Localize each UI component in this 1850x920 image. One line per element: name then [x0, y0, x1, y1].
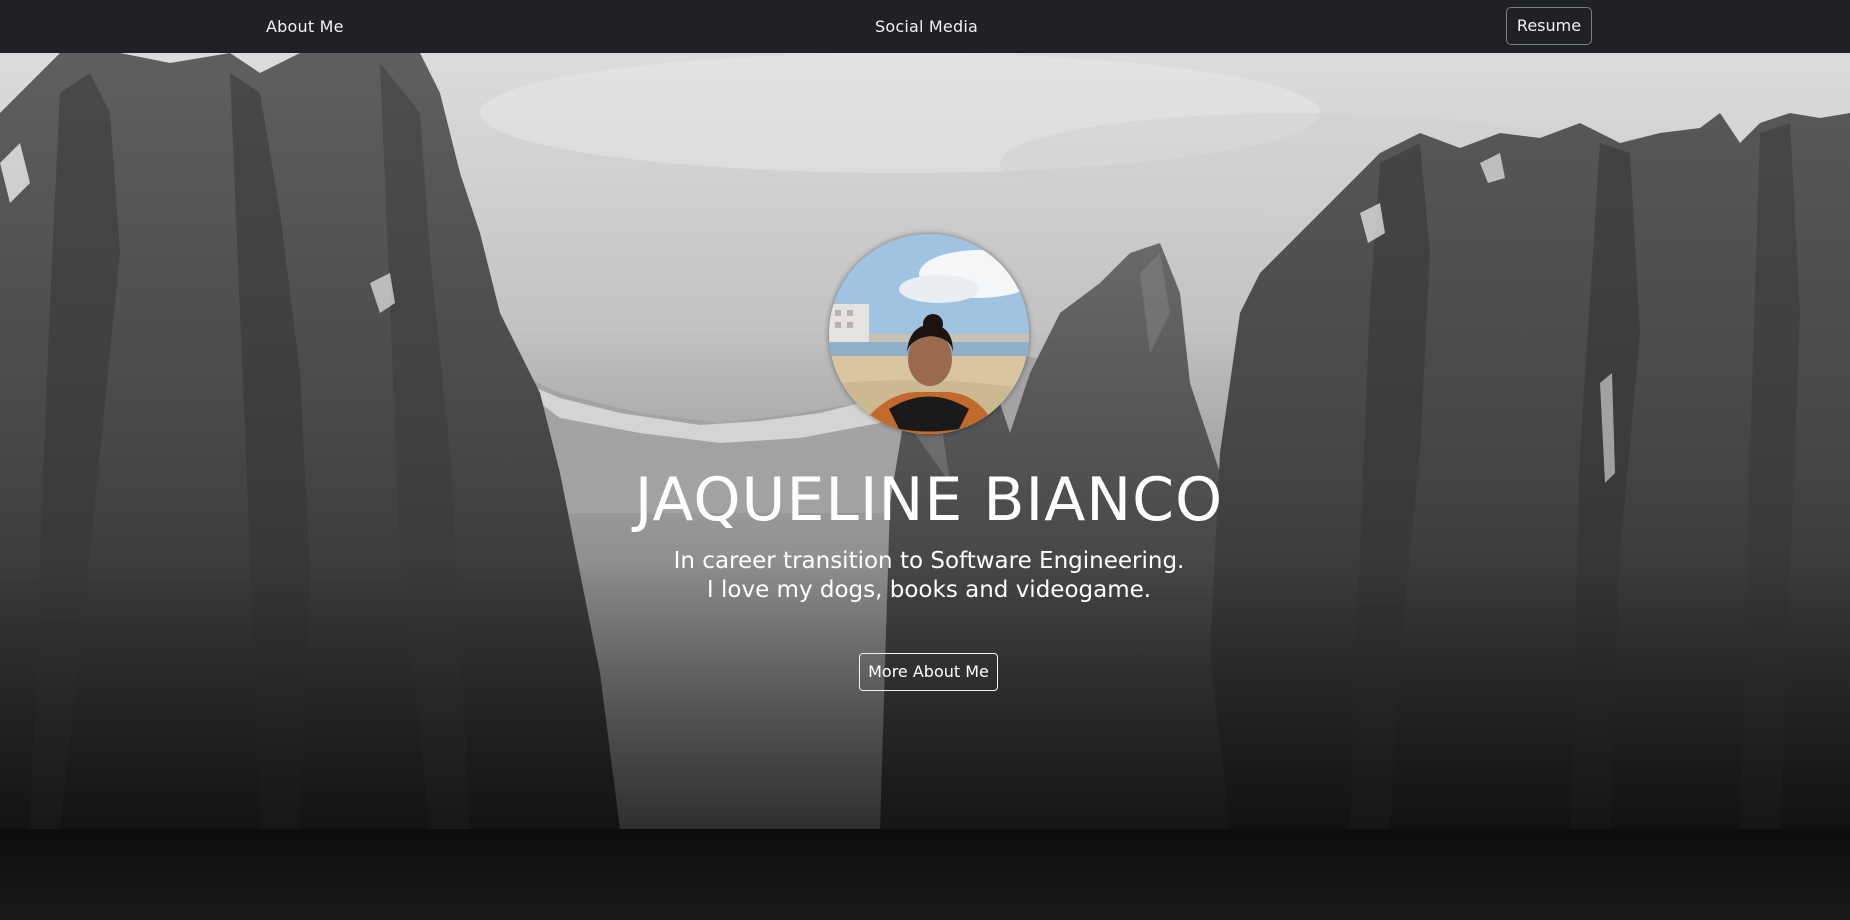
- nav-about-me[interactable]: About Me: [266, 0, 344, 53]
- mountain-background-image: [0, 53, 1850, 829]
- hero-subtitle-line1: In career transition to Software Enginee…: [673, 548, 1185, 574]
- profile-photo: [829, 234, 1029, 434]
- profile-avatar: [829, 234, 1029, 434]
- nav-social-media[interactable]: Social Media: [875, 0, 978, 53]
- hero-section: JAQUELINE BIANCO In career transition to…: [0, 53, 1850, 829]
- more-about-me-button[interactable]: More About Me: [859, 653, 998, 691]
- resume-button[interactable]: Resume: [1506, 7, 1592, 45]
- hero-subtitle-line2: I love my dogs, books and videogame.: [706, 577, 1152, 603]
- hero-name: JAQUELINE BIANCO: [634, 465, 1224, 535]
- top-navbar: About Me Social Media Resume: [0, 0, 1850, 53]
- footer-band: [0, 829, 1850, 920]
